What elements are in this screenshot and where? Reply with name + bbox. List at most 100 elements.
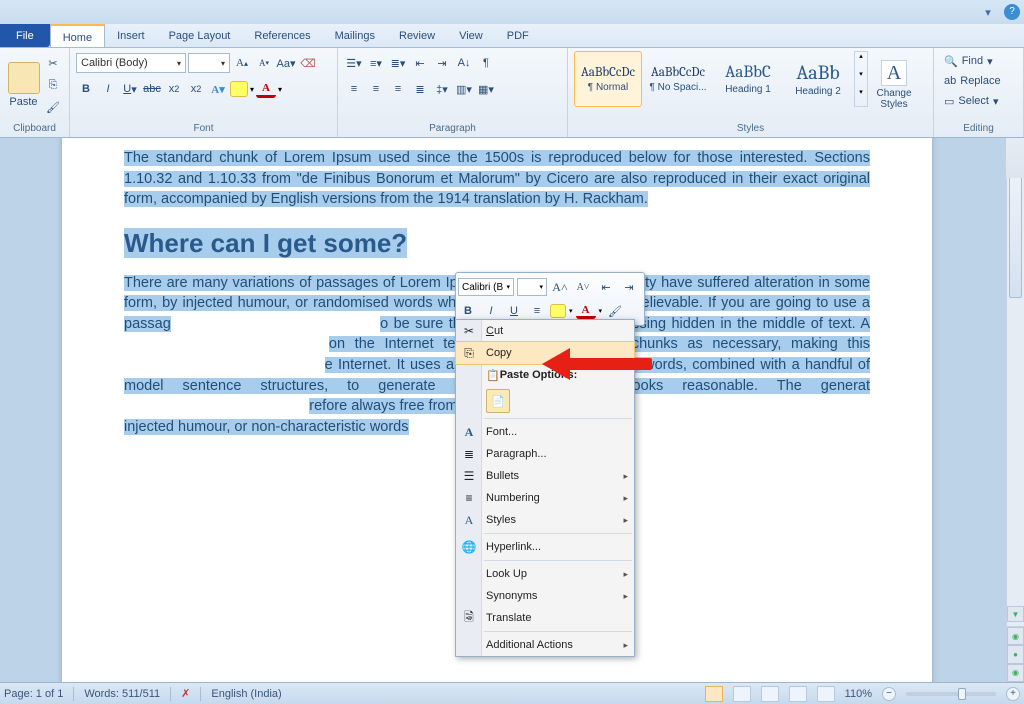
- mini-grow-font-icon[interactable]: A˄: [550, 277, 570, 297]
- zoom-slider[interactable]: [906, 692, 996, 696]
- clear-formatting-icon[interactable]: ⌫: [298, 53, 318, 73]
- format-painter-icon[interactable]: 🖌: [43, 97, 63, 117]
- ctx-lookup[interactable]: Look Up▸: [456, 563, 634, 585]
- view-full-screen-icon[interactable]: [733, 686, 751, 702]
- mini-font-name[interactable]: Calibri (B▾: [458, 278, 514, 296]
- help-icon[interactable]: ?: [1004, 4, 1020, 20]
- ctx-paragraph[interactable]: ≣Paragraph...: [456, 443, 634, 465]
- tab-pdf[interactable]: PDF: [495, 24, 541, 47]
- mini-decrease-indent-icon[interactable]: ⇤: [596, 277, 616, 297]
- side-ruler-toggle[interactable]: [1006, 138, 1024, 178]
- tab-references[interactable]: References: [242, 24, 322, 47]
- paste-button[interactable]: Paste: [6, 51, 41, 119]
- mini-toolbar[interactable]: Calibri (B▾ ▾ A˄ A˅ ⇤ ⇥ B I U ≡ ▾ A▾ 🖌: [455, 272, 645, 326]
- align-left-icon[interactable]: ≡: [344, 79, 364, 99]
- style-heading2[interactable]: AaBbHeading 2: [784, 51, 852, 107]
- ctx-additional-actions[interactable]: Additional Actions▸: [456, 634, 634, 656]
- font-name-combo[interactable]: Calibri (Body)▾: [76, 53, 186, 73]
- superscript-button[interactable]: x2: [186, 79, 206, 99]
- view-web-layout-icon[interactable]: [761, 686, 779, 702]
- ctx-styles[interactable]: AStyles▸: [456, 509, 634, 531]
- grow-font-icon[interactable]: A▴: [232, 53, 252, 73]
- mini-bold-button[interactable]: B: [458, 301, 478, 321]
- highlight-icon[interactable]: [230, 81, 248, 97]
- font-size-combo[interactable]: ▾: [188, 53, 230, 73]
- cut-icon[interactable]: ✂: [43, 53, 63, 73]
- status-page[interactable]: Page: 1 of 1: [4, 688, 63, 700]
- mini-font-color-icon[interactable]: A: [576, 303, 596, 319]
- subscript-button[interactable]: x2: [164, 79, 184, 99]
- mini-italic-button[interactable]: I: [481, 301, 501, 321]
- status-words[interactable]: Words: 511/511: [84, 688, 160, 700]
- mini-shrink-font-icon[interactable]: A˅: [573, 277, 593, 297]
- ctx-bullets[interactable]: ☰Bullets▸: [456, 465, 634, 487]
- ctx-synonyms[interactable]: Synonyms▸: [456, 585, 634, 607]
- italic-button[interactable]: I: [98, 79, 118, 99]
- styles-gallery-scroll[interactable]: ▴▾▾: [854, 51, 868, 107]
- selected-text[interactable]: The standard chunk of Lorem Ipsum used s…: [124, 150, 870, 207]
- borders-icon[interactable]: ▦▾: [476, 79, 496, 99]
- style-heading1[interactable]: AaBbCHeading 1: [714, 51, 782, 107]
- style-normal[interactable]: AaBbCcDc¶ Normal: [574, 51, 642, 107]
- mini-highlight-icon[interactable]: [550, 304, 566, 318]
- bullets-icon[interactable]: ☰▾: [344, 53, 364, 73]
- paste-keep-source-icon[interactable]: 📄: [486, 389, 510, 413]
- find-button[interactable]: 🔍Find ▾: [940, 51, 997, 71]
- shrink-font-icon[interactable]: A▾: [254, 53, 274, 73]
- mini-underline-button[interactable]: U: [504, 301, 524, 321]
- next-page-icon[interactable]: ◉: [1007, 664, 1024, 682]
- ctx-font[interactable]: AFont...: [456, 421, 634, 443]
- tab-file[interactable]: File: [0, 24, 50, 47]
- view-outline-icon[interactable]: [789, 686, 807, 702]
- justify-icon[interactable]: ≣: [410, 79, 430, 99]
- mini-font-size[interactable]: ▾: [517, 278, 547, 296]
- zoom-level[interactable]: 110%: [845, 688, 872, 700]
- proofing-icon[interactable]: ✗: [181, 687, 190, 700]
- align-center-icon[interactable]: ≡: [366, 79, 386, 99]
- increase-indent-icon[interactable]: ⇥: [432, 53, 452, 73]
- tab-view[interactable]: View: [447, 24, 495, 47]
- view-draft-icon[interactable]: [817, 686, 835, 702]
- numbering-icon[interactable]: ≡▾: [366, 53, 386, 73]
- selected-text[interactable]: injected humour, or non-characteristic w…: [124, 419, 409, 435]
- show-marks-icon[interactable]: ¶: [476, 53, 496, 73]
- selected-heading[interactable]: Where can I get some?: [124, 228, 407, 258]
- bold-button[interactable]: B: [76, 79, 96, 99]
- ctx-numbering[interactable]: ≡Numbering▸: [456, 487, 634, 509]
- mini-format-painter-icon[interactable]: 🖌: [605, 301, 625, 321]
- view-print-layout-icon[interactable]: [705, 686, 723, 702]
- scroll-down-icon[interactable]: ▼: [1007, 606, 1024, 622]
- ctx-copy[interactable]: ⎘Copy: [456, 342, 634, 364]
- align-right-icon[interactable]: ≡: [388, 79, 408, 99]
- vertical-scrollbar[interactable]: ▲ ▼ ◉ ● ◉: [1006, 138, 1024, 682]
- ctx-cut[interactable]: ✂Cut: [456, 320, 634, 342]
- browse-object-icon[interactable]: ●: [1007, 645, 1024, 663]
- decrease-indent-icon[interactable]: ⇤: [410, 53, 430, 73]
- strikethrough-button[interactable]: abc: [142, 79, 162, 99]
- minimize-ribbon-icon[interactable]: ▾: [978, 2, 998, 22]
- tab-page-layout[interactable]: Page Layout: [157, 24, 243, 47]
- line-spacing-icon[interactable]: ‡▾: [432, 79, 452, 99]
- tab-insert[interactable]: Insert: [105, 24, 157, 47]
- ctx-hyperlink[interactable]: 🌐Hyperlink...: [456, 536, 634, 558]
- change-case-icon[interactable]: Aa▾: [276, 53, 296, 73]
- ctx-translate[interactable]: 🗟Translate: [456, 607, 634, 629]
- tab-review[interactable]: Review: [387, 24, 447, 47]
- scroll-thumb[interactable]: [1009, 158, 1022, 298]
- shading-icon[interactable]: ▥▾: [454, 79, 474, 99]
- style-no-spacing[interactable]: AaBbCcDc¶ No Spaci...: [644, 51, 712, 107]
- sort-icon[interactable]: A↓: [454, 53, 474, 73]
- copy-icon[interactable]: ⎘: [43, 75, 63, 95]
- mini-increase-indent-icon[interactable]: ⇥: [619, 277, 639, 297]
- tab-mailings[interactable]: Mailings: [323, 24, 387, 47]
- select-button[interactable]: ▭Select ▾: [940, 91, 1003, 111]
- mini-align-center-icon[interactable]: ≡: [527, 301, 547, 321]
- tab-home[interactable]: Home: [50, 24, 105, 47]
- change-styles-button[interactable]: A Change Styles: [870, 51, 918, 119]
- status-language[interactable]: English (India): [211, 688, 281, 700]
- zoom-in-button[interactable]: +: [1006, 687, 1020, 701]
- zoom-out-button[interactable]: −: [882, 687, 896, 701]
- font-color-icon[interactable]: A: [256, 80, 276, 98]
- underline-button[interactable]: U▾: [120, 79, 140, 99]
- replace-button[interactable]: abReplace: [940, 71, 1005, 91]
